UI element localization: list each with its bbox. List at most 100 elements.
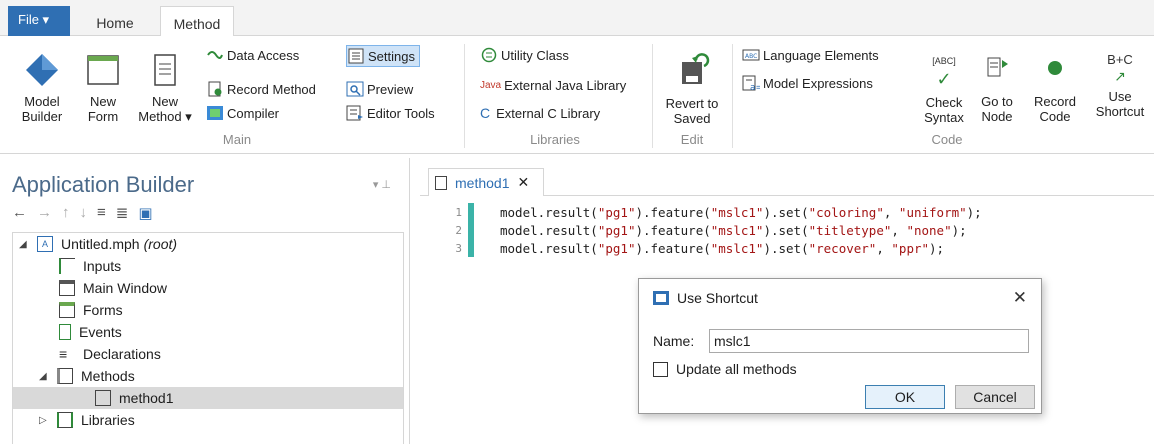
- model-expressions-icon: a=: [742, 75, 760, 91]
- code-line[interactable]: 3 model.result("pg1").feature("mslc1").s…: [446, 239, 1146, 257]
- external-c-button[interactable]: C External C Library: [480, 102, 600, 124]
- close-icon[interactable]: ✕: [517, 174, 529, 191]
- code-token: model.result(: [500, 204, 598, 220]
- tree-item-label: Forms: [83, 302, 123, 318]
- code-string: "coloring": [808, 204, 884, 220]
- language-elements-button[interactable]: ABC Language Elements: [742, 44, 879, 66]
- collapse-caret-icon[interactable]: ▷: [39, 415, 51, 426]
- utility-class-icon: [481, 47, 497, 63]
- code-line[interactable]: 2 model.result("pg1").feature("mslc1").s…: [446, 221, 1146, 239]
- tree-item-declarations[interactable]: ≡ Declarations: [13, 343, 403, 365]
- editor-tabbar: method1 ✕: [420, 164, 1154, 196]
- update-all-checkbox[interactable]: Update all methods: [653, 361, 797, 377]
- tree-item-inputs[interactable]: Inputs: [13, 255, 403, 277]
- checkmark-icon: ✓: [936, 69, 952, 89]
- utility-class-label: Utility Class: [501, 47, 569, 63]
- code-token: model.result(: [500, 240, 598, 256]
- external-java-button[interactable]: Java External Java Library: [480, 74, 626, 96]
- model-expressions-label: Model Expressions: [763, 75, 873, 91]
- editor-tools-icon: [346, 105, 363, 121]
- pin-icon[interactable]: ▾ ⊥: [373, 178, 391, 191]
- tab-method1[interactable]: method1 ✕: [428, 168, 544, 196]
- java-icon: Java: [480, 79, 502, 91]
- settings-button[interactable]: Settings: [346, 45, 420, 67]
- record-method-button[interactable]: Record Method: [206, 78, 316, 100]
- cancel-button[interactable]: Cancel: [955, 385, 1035, 409]
- checkbox-box[interactable]: [653, 361, 668, 377]
- language-elements-label: Language Elements: [763, 47, 879, 63]
- method-icon: [154, 54, 176, 86]
- code-string: "titletype": [808, 222, 892, 238]
- group-label-main: Main: [222, 132, 252, 147]
- code-line[interactable]: 1 model.result("pg1").feature("mslc1").s…: [446, 203, 1146, 221]
- code-string: "mslc1": [710, 204, 764, 220]
- tree-item-events[interactable]: Events: [13, 321, 403, 343]
- abc-tag: [ABC]: [932, 56, 956, 66]
- file-menu-tab[interactable]: File ▾: [8, 6, 70, 36]
- close-icon[interactable]: ✕: [1013, 288, 1027, 308]
- code-token: ).set(: [763, 240, 809, 256]
- up-arrow-icon[interactable]: ↑: [62, 204, 70, 226]
- application-builder-panel: Application Builder ▾ ⊥ ← → ↑ ↓ ≡ ≣ ▣ ◢ …: [0, 158, 410, 444]
- tab-home[interactable]: Home: [78, 9, 152, 36]
- ribbon-tabbar: File ▾ Home Method: [0, 0, 1154, 37]
- expand-caret-icon[interactable]: ◢: [39, 371, 51, 382]
- code-token: ,: [876, 240, 892, 256]
- back-arrow-icon[interactable]: ←: [12, 204, 27, 226]
- preview-button[interactable]: Preview: [346, 78, 413, 100]
- model-expressions-button[interactable]: a= Model Expressions: [742, 72, 873, 94]
- tab-method[interactable]: Method: [160, 6, 234, 37]
- tree-item-methods[interactable]: ◢ Methods: [13, 365, 403, 387]
- method-file-icon: [95, 390, 111, 406]
- expand-icon[interactable]: ≣: [116, 204, 129, 226]
- tree-item-forms[interactable]: Forms: [13, 299, 403, 321]
- compiler-button[interactable]: Compiler: [206, 102, 279, 124]
- go-to-node-button[interactable]: Go to Node: [972, 52, 1022, 124]
- model-builder-button[interactable]: Model Builder: [14, 52, 70, 124]
- form-icon: [87, 55, 119, 85]
- code-token: );: [951, 222, 967, 238]
- record-code-button[interactable]: Record Code: [1026, 52, 1084, 124]
- tree-item-method1[interactable]: method1: [13, 387, 403, 409]
- line-number: 1: [455, 205, 462, 219]
- down-arrow-icon[interactable]: ↓: [80, 204, 88, 226]
- collapse-icon[interactable]: ≡: [97, 204, 106, 226]
- data-access-icon: [207, 51, 223, 59]
- revert-to-saved-button[interactable]: Revert to Saved: [660, 52, 724, 126]
- code-string: "pg1": [597, 240, 636, 256]
- tree-item-libraries[interactable]: ▷ Libraries: [13, 409, 403, 431]
- use-shortcut-dialog: Use Shortcut ✕ Name: mslc1 Update all me…: [638, 278, 1042, 414]
- name-field[interactable]: mslc1: [709, 329, 1029, 353]
- use-shortcut-button[interactable]: B+C ↗ Use Shortcut: [1090, 52, 1150, 119]
- line-change-marker: [468, 203, 474, 221]
- new-form-button[interactable]: New Form: [78, 52, 128, 124]
- tree-item-label: Inputs: [83, 258, 122, 274]
- tab-label: method1: [455, 174, 510, 191]
- ribbon-separator: [652, 44, 653, 148]
- tree-item-label: Main Window: [83, 280, 168, 296]
- line-number: 3: [455, 241, 462, 255]
- data-access-button[interactable]: Data Access: [206, 44, 299, 66]
- record-icon: [1048, 61, 1062, 75]
- revert-label: Revert to Saved: [665, 96, 719, 126]
- code-token: );: [966, 204, 982, 220]
- name-label: Name:: [653, 333, 695, 349]
- new-method-button[interactable]: New Method ▾: [134, 52, 196, 124]
- app-tree: ◢ A Untitled.mph (root) Inputs Main Wind…: [12, 232, 404, 444]
- expand-caret-icon[interactable]: ◢: [19, 239, 31, 250]
- check-syntax-button[interactable]: [ABC] ✓ Check Syntax: [918, 54, 970, 125]
- tree-view-icon[interactable]: ▣: [138, 204, 152, 226]
- ribbon: Model Builder New Form New Method ▾ Data…: [0, 36, 1154, 154]
- data-access-label: Data Access: [227, 47, 300, 63]
- utility-class-button[interactable]: Utility Class: [480, 44, 569, 66]
- tree-item-main-window[interactable]: Main Window: [13, 277, 403, 299]
- code-token: ,: [883, 204, 899, 220]
- libraries-icon: [57, 412, 73, 428]
- record-code-label: Record Code: [1034, 94, 1076, 124]
- check-syntax-label: Check Syntax: [924, 95, 964, 125]
- forward-arrow-icon[interactable]: →: [37, 204, 52, 226]
- tree-item-root[interactable]: ◢ A Untitled.mph (root): [13, 233, 403, 255]
- editor-tools-button[interactable]: Editor Tools: [346, 102, 435, 124]
- ok-button[interactable]: OK: [865, 385, 945, 409]
- code-token: ).feature(: [635, 240, 711, 256]
